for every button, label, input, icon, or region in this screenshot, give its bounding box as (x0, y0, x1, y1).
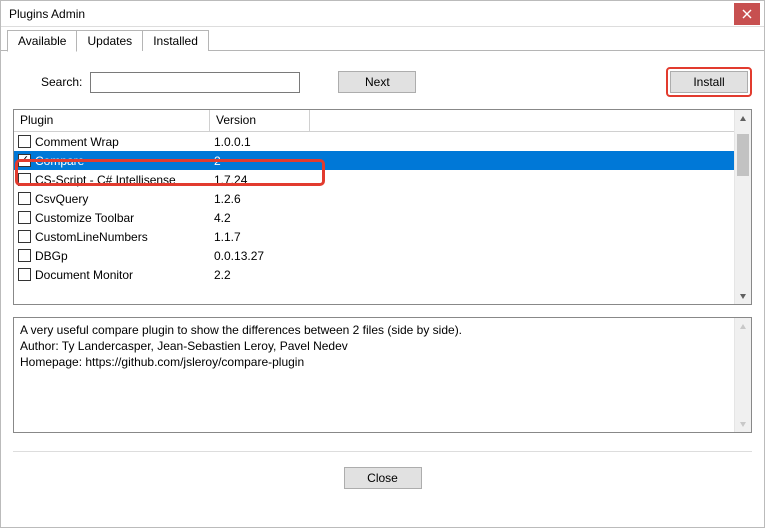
plugin-name: Document Monitor (35, 268, 133, 282)
plugin-version: 4.2 (210, 211, 310, 225)
description-scrollbar[interactable] (734, 318, 751, 432)
list-header: Plugin Version (14, 110, 734, 132)
table-row[interactable]: Compare 2 (14, 151, 734, 170)
window-title: Plugins Admin (9, 7, 85, 21)
desc-scroll-up-icon (735, 318, 751, 335)
plugin-name: CustomLineNumbers (35, 230, 148, 244)
plugin-version: 1.1.7 (210, 230, 310, 244)
plugin-checkbox[interactable] (18, 154, 31, 167)
plugin-name: Customize Toolbar (35, 211, 134, 225)
toolbar-row: Search: Next Install (13, 67, 752, 97)
plugin-name: CsvQuery (35, 192, 88, 206)
scroll-thumb[interactable] (737, 134, 749, 176)
content-area: Search: Next Install Plugin Version Comm… (1, 51, 764, 527)
plugin-version: 1.7.24 (210, 173, 310, 187)
desc-scroll-down-icon (735, 415, 751, 432)
description-text: A very useful compare plugin to show the… (14, 318, 734, 432)
plugin-checkbox[interactable] (18, 249, 31, 262)
plugin-checkbox[interactable] (18, 211, 31, 224)
column-header-plugin[interactable]: Plugin (14, 110, 210, 132)
scroll-down-icon[interactable] (735, 287, 751, 304)
close-window-button[interactable] (734, 3, 760, 25)
plugins-admin-window: Plugins Admin Available Updates Installe… (0, 0, 765, 528)
search-label: Search: (13, 75, 84, 89)
table-row[interactable]: DBGp 0.0.13.27 (14, 246, 734, 265)
install-highlight: Install (666, 67, 752, 97)
plugin-checkbox[interactable] (18, 173, 31, 186)
plugin-list[interactable]: Plugin Version Comment Wrap 1.0.0.1 Compar… (13, 109, 752, 305)
tab-available[interactable]: Available (7, 30, 77, 52)
plugin-version: 2 (210, 154, 310, 168)
scroll-up-icon[interactable] (735, 110, 751, 127)
column-header-spacer (310, 110, 734, 132)
table-row[interactable]: CS-Script - C# Intellisense 1.7.24 (14, 170, 734, 189)
close-icon (742, 9, 752, 19)
plugin-name: Compare (35, 154, 84, 168)
tab-installed[interactable]: Installed (142, 30, 209, 51)
plugin-version: 1.0.0.1 (210, 135, 310, 149)
description-box: A very useful compare plugin to show the… (13, 317, 752, 433)
table-row[interactable]: CustomLineNumbers 1.1.7 (14, 227, 734, 246)
plugin-checkbox[interactable] (18, 192, 31, 205)
plugin-checkbox[interactable] (18, 268, 31, 281)
plugin-name: CS-Script - C# Intellisense (35, 173, 176, 187)
plugin-version: 2.2 (210, 268, 310, 282)
install-button[interactable]: Install (670, 71, 748, 93)
next-button[interactable]: Next (338, 71, 416, 93)
plugin-checkbox[interactable] (18, 230, 31, 243)
plugin-version: 1.2.6 (210, 192, 310, 206)
list-scrollbar[interactable] (734, 110, 751, 304)
plugin-name: DBGp (35, 249, 68, 263)
column-header-version[interactable]: Version (210, 110, 310, 132)
search-input[interactable] (90, 72, 300, 93)
tab-updates[interactable]: Updates (76, 30, 143, 51)
plugin-version: 0.0.13.27 (210, 249, 310, 263)
plugin-checkbox[interactable] (18, 135, 31, 148)
close-button[interactable]: Close (344, 467, 422, 489)
plugin-name: Comment Wrap (35, 135, 119, 149)
table-row[interactable]: Comment Wrap 1.0.0.1 (14, 132, 734, 151)
table-row[interactable]: Document Monitor 2.2 (14, 265, 734, 284)
tab-strip: Available Updates Installed (1, 27, 764, 51)
table-row[interactable]: Customize Toolbar 4.2 (14, 208, 734, 227)
bottom-bar: Close (13, 452, 752, 504)
table-row[interactable]: CsvQuery 1.2.6 (14, 189, 734, 208)
titlebar: Plugins Admin (1, 1, 764, 27)
